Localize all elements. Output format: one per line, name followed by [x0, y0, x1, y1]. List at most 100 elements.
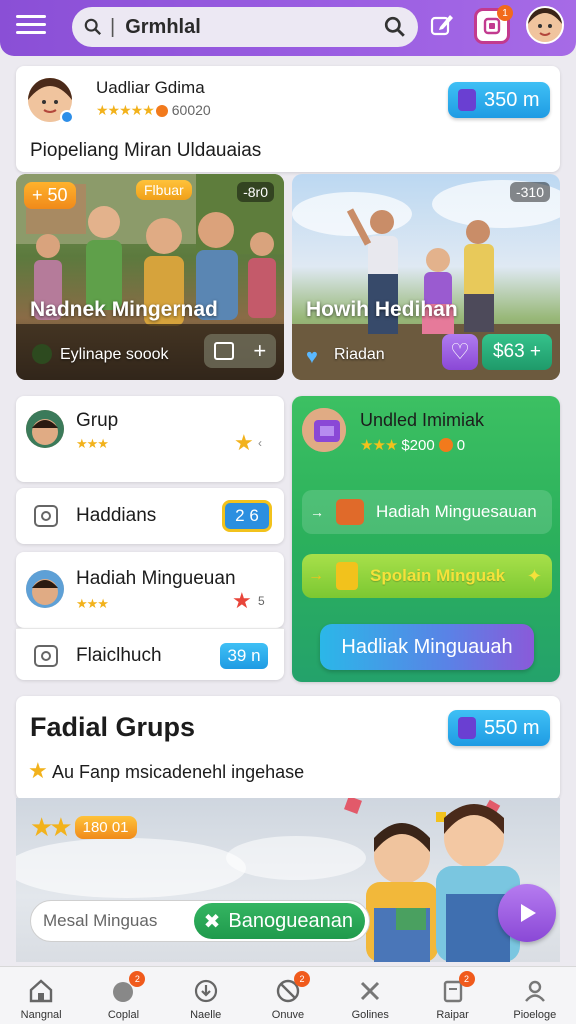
bundle-zero: 0 — [456, 436, 466, 454]
submit-mission-label: Banogueanan — [228, 909, 353, 932]
card-subtitle: Riadan — [334, 346, 385, 363]
groups-coins: 550 m — [484, 716, 540, 739]
sparkle-icon: ✦ — [526, 565, 542, 586]
label-tag: Flbuar — [136, 180, 192, 200]
mission-input[interactable]: Mesal Minguas — [43, 911, 194, 931]
nav-new[interactable]: Naelle — [165, 967, 247, 1024]
weekly-count: 5 — [258, 594, 265, 608]
nav-label: Coplal — [107, 1009, 140, 1021]
star-icon: ★ — [234, 430, 254, 455]
banner-points: ★★ 180 01 — [30, 812, 137, 843]
nav-label: Onuve — [271, 1009, 305, 1021]
group-card[interactable]: Grup ★★★ ★ ‹ — [16, 396, 284, 482]
promo-banner[interactable]: ★★ 180 01 Mesal Minguas ✖ Banogueanan — [16, 798, 560, 962]
nav-games[interactable]: Golines — [329, 967, 411, 1024]
nav-online[interactable]: 2 Onuve — [247, 967, 329, 1024]
search-bar[interactable]: | Grmhlal — [72, 7, 418, 47]
nav-label: Golines — [351, 1009, 389, 1021]
nav-label: Nangnal — [20, 1009, 62, 1021]
nav-profile[interactable]: Pioeloge — [494, 967, 576, 1024]
profile-points: 60020 — [171, 102, 211, 118]
play-button[interactable] — [498, 884, 556, 942]
notification-badge: 1 — [497, 5, 513, 21]
search-icon — [84, 18, 102, 36]
groups-title: Fadial Grups — [30, 712, 196, 742]
flash-row[interactable]: Flaiclhuch 39 n — [16, 628, 284, 680]
weekly-label: Hadiah Mingueuan — [76, 568, 236, 589]
rewards-button[interactable]: 1 — [474, 5, 513, 44]
points-tag: + 50 — [24, 182, 76, 209]
nav-badge: 2 — [129, 971, 146, 987]
profile-subtitle: Piopeliang Miran Uldauaias — [30, 140, 262, 161]
search-submit-icon[interactable] — [384, 16, 406, 38]
bundle-amount: $200 — [401, 436, 435, 454]
download-icon — [194, 979, 217, 1003]
profile-icon — [524, 980, 545, 1002]
nav-label: Pioeloge — [513, 1009, 557, 1021]
star-icon: ★ — [28, 758, 48, 783]
camera-icon — [34, 505, 58, 527]
bundle-stars: ★★★ — [360, 437, 398, 454]
special-offer-label: Spolain Minguak — [370, 566, 506, 585]
nav-repair[interactable]: 2 Raipar — [411, 967, 493, 1024]
card-title: Nadnek Mingernad — [30, 298, 218, 321]
groups-coin-button[interactable]: 550 m — [448, 710, 550, 746]
verified-icon — [60, 110, 74, 124]
chevron-icon: ‹ — [258, 436, 262, 450]
mission-search[interactable]: Mesal Minguas ✖ Banogueanan — [30, 900, 370, 942]
score-tag: -310 — [509, 182, 550, 202]
coin-balance-button[interactable]: 350 m — [448, 82, 550, 118]
price-button[interactable]: $63 + — [482, 334, 552, 370]
wallet-icon — [458, 89, 476, 111]
profile-card[interactable]: Uadliar Gdima ★★★★★ 60020 Piopeliang Mira… — [16, 66, 560, 172]
favorite-button[interactable]: ♡ — [442, 334, 478, 370]
nav-badge: 2 — [458, 971, 475, 987]
nav-copy[interactable]: 2 Coplal — [82, 967, 164, 1024]
arrow-right-icon: → — [310, 504, 324, 520]
top-app-bar: | Grmhlal 1 — [0, 0, 576, 56]
star-icon: ★ — [232, 588, 252, 613]
featured-card-family[interactable]: -310 Howih Hedihan ♥ Riadan ♡ $63 + — [292, 174, 560, 380]
hadiah-row[interactable]: Haddians 2 6 — [16, 488, 284, 544]
featured-card-kids[interactable]: + 50 Flbuar -8r0 Nadnek Mingernad Eylina… — [16, 174, 284, 380]
close-x-icon: ✖ — [203, 910, 221, 933]
boy-face-icon — [26, 410, 64, 448]
nav-badge: 2 — [293, 971, 310, 987]
groups-description: Au Fanp msicadenehl ingehase — [52, 762, 305, 782]
groups-card[interactable]: Fadial Grups 550 m ★ Au Fanp msicadenehl… — [16, 696, 560, 800]
search-input[interactable]: Grmhlal — [125, 16, 384, 39]
claim-reward-button[interactable]: Hadliak Minguauah — [320, 624, 534, 670]
weekly-avatar — [26, 570, 64, 608]
jar-icon — [336, 562, 358, 590]
submit-mission-button[interactable]: ✖ Banogueanan — [193, 903, 365, 939]
weekly-stars: ★★★ — [76, 596, 109, 611]
boy-face-icon — [26, 570, 64, 608]
coin-icon — [155, 105, 168, 118]
user-avatar[interactable] — [526, 6, 564, 44]
bundle-meta: ★★★ $200 0 — [360, 436, 466, 455]
nav-home[interactable]: Nangnal — [0, 967, 82, 1024]
bundle-title: Undled Imimiak — [360, 410, 485, 430]
flash-value-button[interactable]: 39 n — [220, 643, 268, 669]
flash-label: Flaiclhuch — [76, 645, 162, 666]
hadiah-badge-button[interactable]: 2 6 — [222, 500, 272, 532]
group-stars: ★★★ — [76, 436, 109, 451]
profile-rating: ★★★★★ 60020 — [96, 102, 211, 119]
nav-label: Naelle — [190, 1009, 222, 1021]
weekly-reward-label: Hadiah Minguesauan — [376, 502, 537, 521]
special-offer-button[interactable]: → Spolain Minguak ✦ — [302, 554, 552, 598]
camera-icon — [34, 645, 58, 667]
hamburger-menu-icon[interactable] — [16, 12, 46, 38]
bundle-avatar — [302, 408, 346, 452]
edit-icon[interactable] — [428, 10, 456, 38]
tools-icon — [361, 981, 380, 1001]
bundle-card[interactable]: Undled Imimiak ★★★ $200 0 → Hadiah Mingu… — [292, 396, 560, 682]
coin-icon — [438, 438, 453, 452]
profile-name: Uadliar Gdima — [96, 78, 205, 97]
coin-balance: 350 m — [484, 88, 540, 111]
add-to-bag-button[interactable]: + — [204, 334, 276, 368]
heart-icon: ♥ — [306, 346, 318, 368]
weekly-reward-button[interactable]: → Hadiah Minguesauan — [302, 490, 552, 534]
nav-label: Raipar — [436, 1009, 469, 1021]
weekly-reward-row[interactable]: Hadiah Mingueuan ★★★ ★ 5 — [16, 552, 284, 628]
